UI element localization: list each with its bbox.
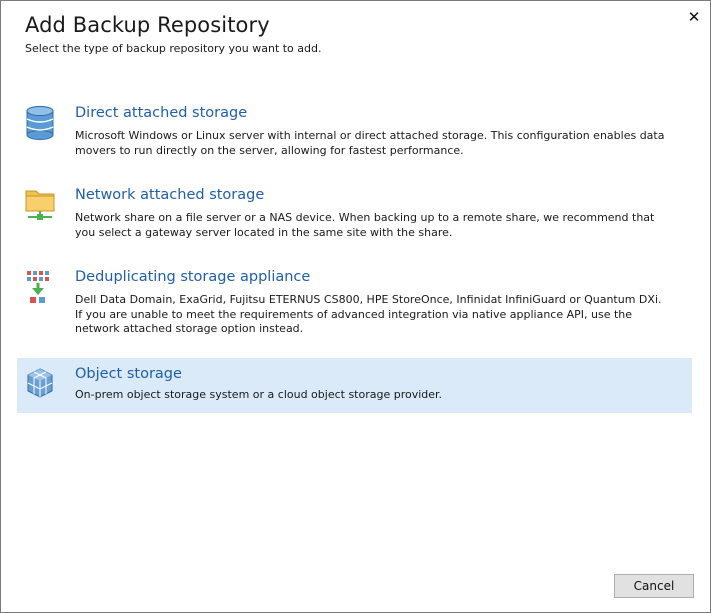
database-icon <box>25 105 55 141</box>
option-title: Direct attached storage <box>75 105 248 121</box>
option-description: On-prem object storage system or a cloud… <box>75 388 443 401</box>
option-object-storage[interactable]: Object storage On-prem object storage sy… <box>17 358 692 413</box>
cancel-button[interactable]: Cancel <box>614 574 694 598</box>
option-description: Dell Data Domain, ExaGrid, Fujitsu ETERN… <box>75 293 662 335</box>
option-description: Network share on a file server or a NAS … <box>75 211 655 239</box>
option-title: Deduplicating storage appliance <box>75 269 311 285</box>
dialog-title: Add Backup Repository <box>25 13 270 37</box>
network-folder-icon <box>25 187 55 223</box>
option-deduplicating-storage-appliance[interactable]: Deduplicating storage appliance Dell Dat… <box>17 269 692 341</box>
option-title: Network attached storage <box>75 187 265 203</box>
option-direct-attached-storage[interactable]: Direct attached storage Microsoft Window… <box>17 105 692 161</box>
deduplication-icon <box>25 269 55 305</box>
option-network-attached-storage[interactable]: Network attached storage Network share o… <box>17 187 692 243</box>
object-storage-icon <box>25 367 55 403</box>
close-icon[interactable]: ✕ <box>684 7 704 27</box>
dialog-subtitle: Select the type of backup repository you… <box>25 42 322 55</box>
option-description: Microsoft Windows or Linux server with i… <box>75 129 665 157</box>
add-backup-repository-dialog: Add Backup Repository Select the type of… <box>0 0 711 613</box>
option-title: Object storage <box>75 366 182 382</box>
